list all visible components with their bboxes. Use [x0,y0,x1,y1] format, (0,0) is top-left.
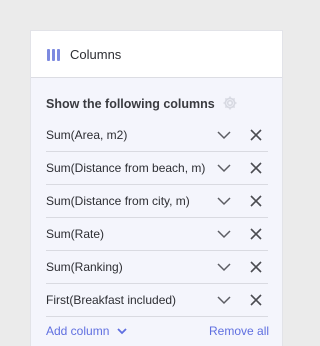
columns-icon [47,49,61,61]
column-label: First(Breakfast included) [46,293,177,307]
chevron-down-icon[interactable] [216,260,232,274]
column-row: Sum(Distance from city, m) [46,185,268,218]
chevron-down-icon[interactable] [117,327,127,335]
columns-panel: Columns Show the following columns Sum(A… [31,31,282,346]
column-list: Sum(Area, m2) Sum(Distance from beach, m… [46,119,268,317]
panel-header: Columns [31,31,282,78]
column-row: Sum(Area, m2) [46,119,268,152]
close-icon[interactable] [249,260,263,274]
column-row: Sum(Ranking) [46,251,268,284]
chevron-down-icon[interactable] [216,293,232,307]
close-icon[interactable] [249,293,263,307]
close-icon[interactable] [249,194,263,208]
column-row: Sum(Distance from beach, m) [46,152,268,185]
gear-icon[interactable] [222,95,238,111]
close-icon[interactable] [249,128,263,142]
column-label: Sum(Area, m2) [46,128,128,142]
remove-all-button[interactable]: Remove all [209,324,269,339]
column-label: Sum(Rate) [46,227,105,241]
chevron-down-icon[interactable] [216,128,232,142]
chevron-down-icon[interactable] [216,227,232,241]
close-icon[interactable] [249,161,263,175]
column-row: Sum(Rate) [46,218,268,251]
column-row: First(Breakfast included) [46,284,268,317]
chevron-down-icon[interactable] [216,194,232,208]
column-label: Sum(Distance from city, m) [46,194,190,208]
chevron-down-icon[interactable] [216,161,232,175]
close-icon[interactable] [249,227,263,241]
add-column-button[interactable]: Add column [46,324,109,339]
panel-title: Columns [70,47,122,62]
section-title: Show the following columns [46,97,215,111]
column-label: Sum(Ranking) [46,260,123,274]
column-label: Sum(Distance from beach, m) [46,161,206,175]
